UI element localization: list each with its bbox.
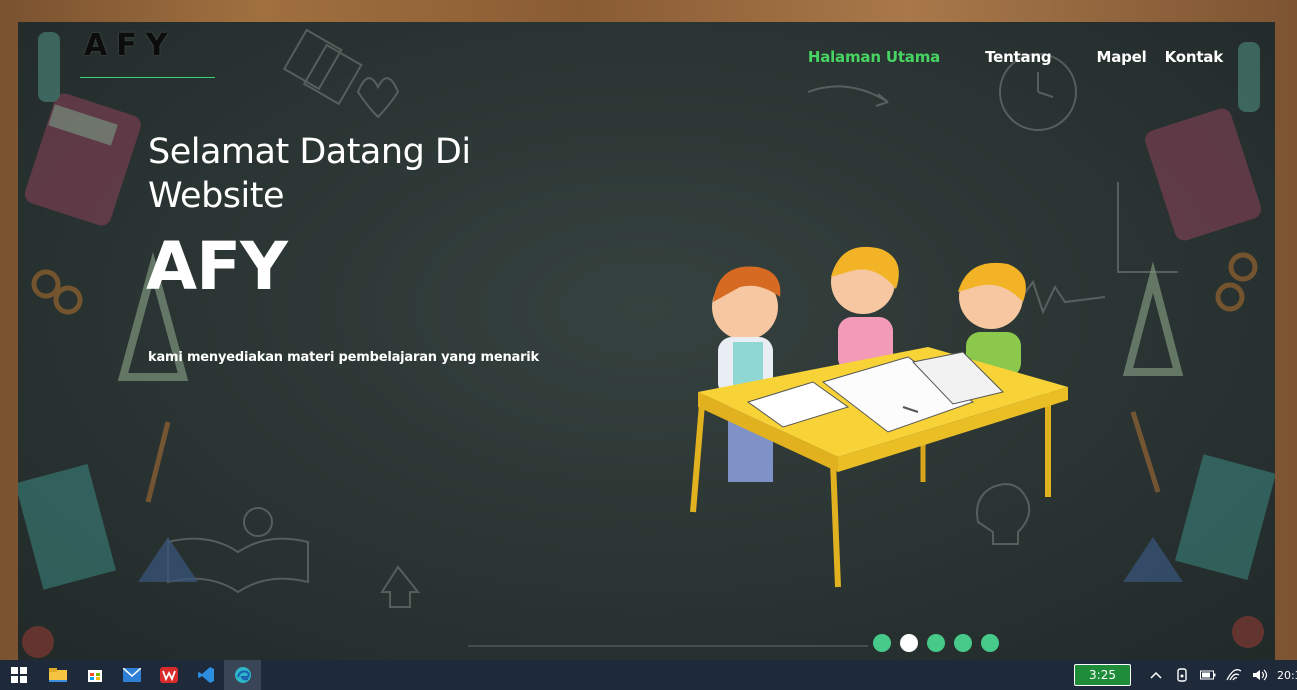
store-icon[interactable]	[76, 660, 113, 690]
carousel-dot-4[interactable]	[954, 634, 972, 652]
battery-icon[interactable]	[1199, 666, 1217, 684]
hero-heading: Selamat Datang Di Website	[148, 132, 471, 216]
vscode-icon[interactable]	[187, 660, 224, 690]
wps-office-icon[interactable]	[150, 660, 187, 690]
windows-taskbar: 3:25 20:3	[0, 660, 1297, 690]
battery-time-indicator[interactable]: 3:25	[1074, 664, 1131, 686]
carousel-dot-3[interactable]	[927, 634, 945, 652]
hero-description: kami menyediakan materi pembelajaran yan…	[148, 350, 539, 365]
nav-item-home[interactable]: Halaman Utama	[808, 48, 940, 66]
device-icon[interactable]	[1173, 666, 1191, 684]
start-icon[interactable]	[0, 660, 37, 690]
wifi-icon[interactable]	[1225, 666, 1243, 684]
file-explorer-icon[interactable]	[39, 660, 76, 690]
nav-item-about[interactable]: Tentang	[985, 48, 1052, 66]
nav-item-subjects[interactable]: Mapel	[1096, 48, 1146, 66]
logo-text: AFY	[84, 28, 177, 63]
carousel-dot-1[interactable]	[873, 634, 891, 652]
carousel-indicators	[873, 634, 999, 652]
chalk-doodles	[18, 28, 1275, 658]
chevron-up-icon[interactable]	[1147, 666, 1165, 684]
carousel-dot-5[interactable]	[981, 634, 999, 652]
hero-background: AFY Halaman Utama Tentang Mapel Kontak S…	[18, 22, 1275, 660]
mail-icon[interactable]	[113, 660, 150, 690]
chalkboard-frame: AFY Halaman Utama Tentang Mapel Kontak S…	[0, 0, 1297, 660]
carousel-dot-2[interactable]	[900, 634, 918, 652]
taskbar-clock[interactable]: 20:3	[1277, 669, 1297, 682]
site-logo[interactable]: AFY	[68, 28, 218, 78]
volume-icon[interactable]	[1251, 666, 1269, 684]
nav-item-contact[interactable]: Kontak	[1165, 48, 1224, 66]
edge-icon[interactable]	[224, 660, 261, 690]
main-navigation: Halaman Utama Tentang Mapel Kontak	[808, 48, 1223, 66]
logo-underline	[80, 77, 215, 78]
hero-brand-title: AFY	[146, 228, 288, 305]
system-tray: 3:25 20:3	[1074, 660, 1297, 690]
kids-studying-illustration	[690, 246, 1068, 588]
